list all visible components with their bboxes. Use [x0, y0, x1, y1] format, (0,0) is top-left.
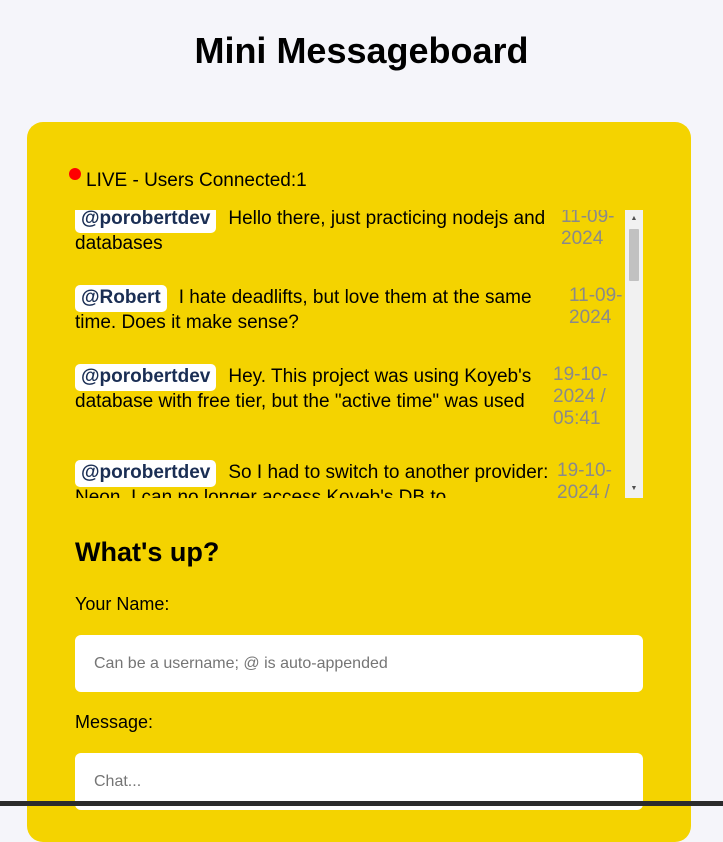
message-username: @Robert [75, 285, 167, 312]
message-body: @porobertdev Hello there, just practicing… [75, 210, 557, 255]
name-label: Your Name: [75, 594, 170, 614]
form-heading: What's up? [75, 537, 220, 567]
scrollbar-thumb[interactable] [629, 229, 639, 281]
page-title: Mini Messageboard [194, 30, 529, 71]
message-date: 11-09- 2024 [561, 210, 615, 249]
message-body: @Robert I hate deadlifts, but love them a… [75, 285, 565, 334]
message-body: @porobertdev Hey. This project was using … [75, 364, 549, 430]
triangle-down-icon[interactable]: ▼ [625, 482, 643, 496]
message-username: @porobertdev [75, 364, 217, 391]
message-item: @porobertdev Hello there, just practicing… [75, 210, 625, 255]
bottom-edge-bar [0, 801, 723, 806]
message-list-content: @porobertdev Hello there, just practicing… [75, 210, 625, 498]
live-status-text: LIVE - Users Connected:1 [86, 170, 307, 191]
message-list-scrollbar[interactable]: ▲ ▼ [625, 210, 643, 498]
message-item: @porobertdev Hey. This project was using … [75, 364, 625, 430]
messageboard-panel: LIVE - Users Connected:1 @porobertdev Hel… [27, 122, 691, 842]
message-username: @porobertdev [75, 460, 217, 487]
live-dot-icon [69, 168, 81, 180]
message-date: 19-10- 2024 / 05:41 [553, 364, 608, 429]
message-body: @porobertdev So I had to switch to anothe… [75, 460, 553, 498]
message-date: 19-10- 2024 / [557, 460, 612, 498]
live-status: LIVE - Users Connected:1 [69, 168, 307, 192]
message-item: @porobertdev So I had to switch to anothe… [75, 460, 625, 498]
message-list[interactable]: @porobertdev Hello there, just practicing… [75, 210, 643, 498]
message-item: @Robert I hate deadlifts, but love them a… [75, 285, 625, 334]
message-date: 11-09- 2024 [569, 285, 623, 328]
message-username: @porobertdev [75, 210, 217, 233]
triangle-up-icon[interactable]: ▲ [625, 212, 643, 226]
name-input[interactable] [75, 635, 643, 692]
message-label: Message: [75, 712, 154, 732]
